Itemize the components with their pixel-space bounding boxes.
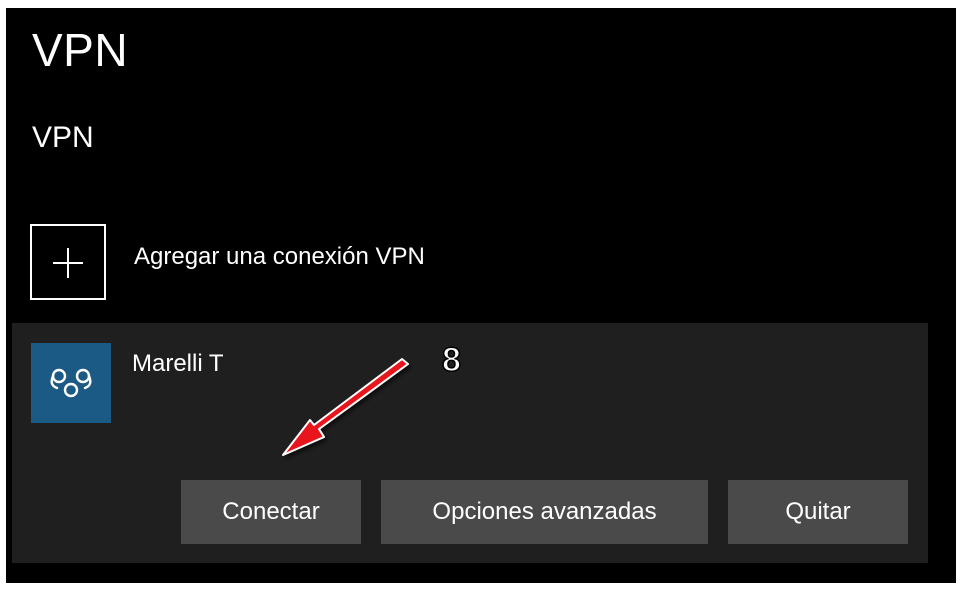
add-vpn-connection-label: Agregar una conexión VPN [134, 243, 425, 270]
vpn-connection-item[interactable]: Marelli T Conectar Opciones avanzadas Qu… [12, 323, 928, 563]
add-vpn-connection-button[interactable]: Agregar una conexión VPN [30, 224, 550, 304]
section-title: VPN [32, 121, 94, 154]
page-title: VPN [32, 24, 129, 76]
annotation-step-number: 8 [441, 340, 461, 380]
vpn-settings-panel: VPN VPN Agregar una conexión VPN Marelli [6, 8, 956, 583]
connect-button[interactable]: Conectar [181, 480, 361, 544]
remove-button[interactable]: Quitar [728, 480, 908, 544]
advanced-options-button[interactable]: Opciones avanzadas [381, 480, 708, 544]
vpn-connection-name: Marelli T [132, 350, 224, 377]
vpn-connection-icon [31, 343, 111, 423]
plus-icon [30, 224, 106, 300]
